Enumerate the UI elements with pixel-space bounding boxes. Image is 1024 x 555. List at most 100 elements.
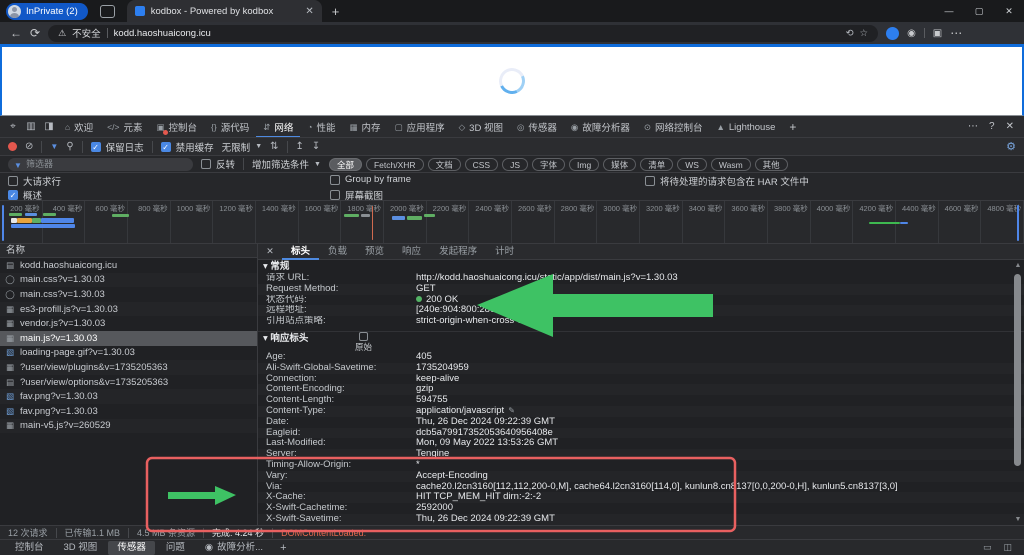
record-button[interactable]	[8, 142, 17, 151]
request-row[interactable]: ▧fav.png?v=1.30.03	[0, 389, 257, 404]
filter-chip-fetch-xhr[interactable]: Fetch/XHR	[366, 158, 424, 171]
more-filters-button[interactable]: 增加筛选条件 ▼	[252, 157, 321, 171]
export-har-icon[interactable]: ↧	[312, 141, 320, 152]
raw-headers-toggle[interactable]: 原始	[355, 332, 372, 353]
request-row[interactable]: ◯main.css?v=1.30.03	[0, 273, 257, 288]
disable-cache-checkbox[interactable]: ✓	[161, 142, 171, 152]
filter-input[interactable]	[8, 158, 193, 171]
drawer-tab-3D视图[interactable]: 3D 视图	[55, 541, 107, 555]
edit-icon[interactable]: ✎	[508, 406, 515, 415]
inspect-element-icon[interactable]: ⌖	[4, 121, 22, 132]
details-tab-响应[interactable]: 响应	[393, 244, 430, 260]
devtools-tab-application[interactable]: ▢应用程序	[388, 116, 452, 138]
details-tab-标头[interactable]: 标头	[282, 244, 319, 260]
drawer-dock-icon[interactable]: ▭	[983, 542, 992, 553]
devtools-tab-network-console[interactable]: ⊙网络控制台	[637, 116, 710, 138]
import-har-icon[interactable]: ↥	[296, 141, 304, 152]
drawer-tab-传感器[interactable]: 传感器	[108, 541, 155, 555]
response-headers-section-header[interactable]: ▾ 响应标头 原始	[258, 331, 1024, 352]
details-tab-负载[interactable]: 负载	[319, 244, 356, 260]
option-checkbox[interactable]	[645, 176, 655, 186]
request-row[interactable]: ▤kodd.haoshuaicong.icu	[0, 258, 257, 273]
more-tabs-button[interactable]: +	[782, 116, 803, 138]
translate-icon[interactable]: ⟲	[846, 28, 854, 39]
browser-tab[interactable]: kodbox - Powered by kodbox ✕	[127, 0, 322, 22]
filter-chip-js[interactable]: JS	[502, 158, 528, 171]
devtools-tab-network[interactable]: ⇵网络	[256, 116, 300, 138]
filter-chip-css[interactable]: CSS	[465, 158, 498, 171]
throttling-select[interactable]: 无限制 ▼	[222, 140, 262, 154]
inprivate-badge[interactable]: InPrivate (2)	[6, 3, 88, 20]
browser-menu-icon[interactable]: ⋯	[950, 26, 962, 40]
request-row[interactable]: ▦vendor.js?v=1.30.03	[0, 316, 257, 331]
request-row[interactable]: ▧fav.png?v=1.30.03	[0, 404, 257, 419]
filter-chip--[interactable]: 文档	[428, 158, 461, 171]
favorite-star-icon[interactable]: ☆	[860, 28, 869, 39]
filter-toggle-icon[interactable]: ▼	[50, 142, 58, 151]
devtools-help-icon[interactable]: ?	[989, 121, 995, 132]
filter-chip--[interactable]: 其他	[755, 158, 788, 171]
option-checkbox[interactable]	[8, 176, 18, 186]
filter-chip-wasm[interactable]: Wasm	[711, 158, 751, 171]
not-secure-label[interactable]: 不安全	[72, 26, 101, 40]
option--[interactable]: 屏幕截图	[330, 188, 383, 202]
filter-chip--[interactable]: 全部	[329, 158, 362, 171]
network-settings-gear-icon[interactable]: ⚙	[1006, 140, 1016, 153]
details-scrollbar[interactable]: ▲ ▼	[1014, 262, 1022, 523]
name-column-header[interactable]: 名称	[0, 244, 257, 258]
devtools-tab-elements[interactable]: </>元素	[100, 116, 149, 138]
disable-cache-option[interactable]: ✓ 禁用缓存	[161, 140, 214, 154]
drawer-tab-问题[interactable]: 问题	[157, 541, 194, 555]
request-row[interactable]: ▧loading-page.gif?v=1.30.03	[0, 346, 257, 361]
network-conditions-icon[interactable]: ⇅	[270, 141, 278, 152]
maximize-button[interactable]: ▢	[964, 0, 994, 22]
minimize-button[interactable]: —	[934, 0, 964, 22]
new-tab-button[interactable]: +	[332, 4, 340, 19]
request-row[interactable]: ▦main-v5.js?v=260529	[0, 419, 257, 434]
raw-checkbox[interactable]	[359, 332, 368, 341]
details-tab-发起程序[interactable]: 发起程序	[430, 244, 486, 260]
request-row[interactable]: ▦?user/view/plugins&v=1735205363	[0, 360, 257, 375]
option--[interactable]: ✓概述	[8, 188, 42, 202]
preserve-log-option[interactable]: ✓ 保留日志	[91, 140, 144, 154]
devtools-tab-sensors[interactable]: ◎传感器	[510, 116, 564, 138]
back-icon[interactable]: ←	[10, 26, 22, 40]
option-checkbox[interactable]	[330, 175, 340, 185]
request-row[interactable]: ◯main.css?v=1.30.03	[0, 287, 257, 302]
copilot-icon[interactable]	[886, 27, 899, 40]
tab-close-icon[interactable]: ✕	[305, 6, 313, 17]
option-checkbox[interactable]	[330, 190, 340, 200]
scroll-up-icon[interactable]: ▲	[1014, 262, 1022, 269]
drawer-tab-故障分析[interactable]: ◉故障分析...	[196, 541, 272, 555]
option--[interactable]: 大请求行	[8, 174, 61, 188]
details-tab-计时[interactable]: 计时	[486, 244, 523, 260]
close-button[interactable]: ✕	[994, 0, 1024, 22]
devtools-tab-lighthouse[interactable]: ▲Lighthouse	[709, 116, 782, 138]
devtools-tab-memory[interactable]: ▦内存	[343, 116, 388, 138]
devtools-tab-console[interactable]: ▣控制台	[149, 116, 204, 138]
devtools-tab-welcome[interactable]: ⌂欢迎	[58, 116, 100, 138]
filter-chip--[interactable]: 字体	[532, 158, 565, 171]
devtools-tab-sources[interactable]: {}源代码	[204, 116, 256, 138]
devtools-more-icon[interactable]: ⋯	[968, 121, 978, 132]
request-row[interactable]: ▦es3-profill.js?v=1.30.03	[0, 302, 257, 317]
device-emulation-icon[interactable]: ▥	[22, 121, 40, 132]
drawer-add-tab-button[interactable]: +	[273, 542, 293, 554]
details-close-icon[interactable]: ✕	[258, 246, 282, 257]
invert-filter-option[interactable]: 反转	[201, 157, 235, 171]
option--har-[interactable]: 将待处理的请求包含在 HAR 文件中	[645, 174, 809, 188]
drawer-tab-控制台[interactable]: 控制台	[6, 541, 53, 555]
collections-icon[interactable]: ▣	[933, 28, 942, 39]
drawer-split-icon[interactable]: ◫	[1003, 542, 1012, 553]
scroll-down-icon[interactable]: ▼	[1014, 516, 1022, 523]
filter-chip--[interactable]: 媒体	[603, 158, 636, 171]
dock-side-icon[interactable]: ◨	[40, 121, 58, 132]
refresh-icon[interactable]: ⟳	[30, 26, 40, 40]
filter-chip-img[interactable]: Img	[569, 158, 599, 171]
scrollbar-thumb[interactable]	[1014, 274, 1021, 466]
option-checkbox[interactable]: ✓	[8, 190, 18, 200]
request-row[interactable]: ▤?user/view/options&v=1735205363	[0, 375, 257, 390]
clear-log-icon[interactable]: ⊘	[25, 141, 33, 152]
search-icon[interactable]: ⚲	[66, 141, 73, 152]
preserve-log-checkbox[interactable]: ✓	[91, 142, 101, 152]
